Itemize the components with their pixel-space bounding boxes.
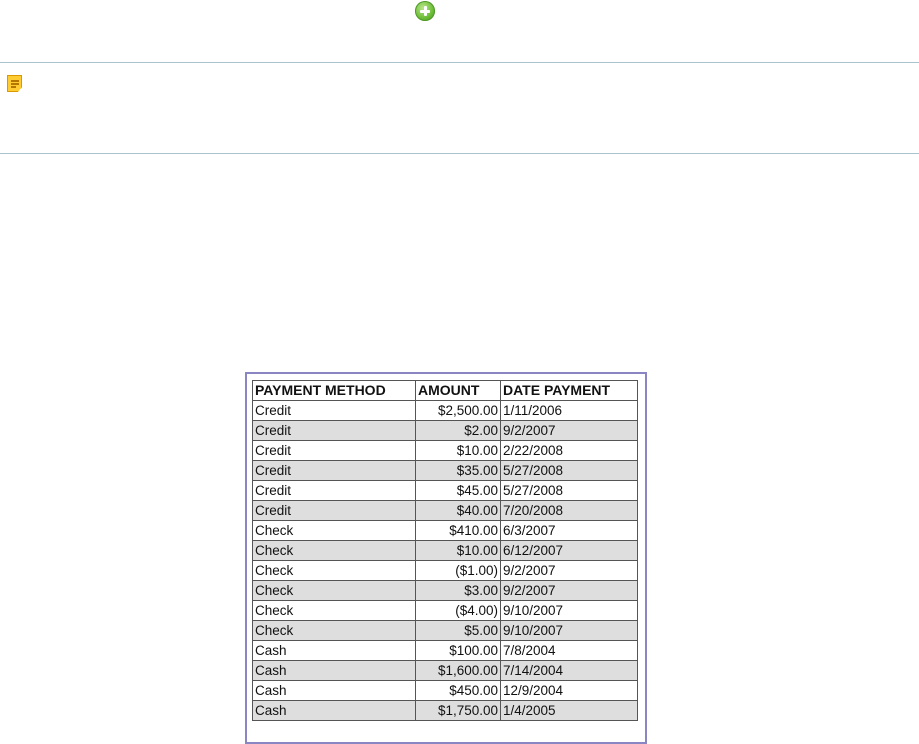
payment-method-cell: Credit <box>252 400 416 421</box>
note-icon[interactable] <box>7 75 22 92</box>
table-row: Check $10.00 6/12/2007 <box>252 540 638 561</box>
amount-cell: $1,600.00 <box>415 660 501 681</box>
payment-method-cell: Credit <box>252 460 416 481</box>
payment-method-cell: Cash <box>252 700 416 721</box>
date-payment-cell: 6/3/2007 <box>500 520 638 541</box>
date-payment-cell: 9/2/2007 <box>500 560 638 581</box>
payment-method-cell: Credit <box>252 500 416 521</box>
date-payment-cell: 9/10/2007 <box>500 620 638 641</box>
divider <box>0 62 919 63</box>
payment-method-cell: Check <box>252 620 416 641</box>
date-payment-cell: 2/22/2008 <box>500 440 638 461</box>
table-header-row: PAYMENT METHOD AMOUNT DATE PAYMENT <box>252 380 638 401</box>
amount-cell: $3.00 <box>415 580 501 601</box>
column-header-date-payment: DATE PAYMENT <box>500 380 638 401</box>
amount-cell: $10.00 <box>415 540 501 561</box>
payment-method-cell: Credit <box>252 420 416 441</box>
payment-method-cell: Check <box>252 540 416 561</box>
amount-cell: $1,750.00 <box>415 700 501 721</box>
table-row: Check ($4.00) 9/10/2007 <box>252 600 638 621</box>
amount-cell: $100.00 <box>415 640 501 661</box>
amount-cell: $2.00 <box>415 420 501 441</box>
payment-method-cell: Check <box>252 580 416 601</box>
payment-method-cell: Cash <box>252 660 416 681</box>
amount-cell: $45.00 <box>415 480 501 501</box>
table-row: Cash $1,600.00 7/14/2004 <box>252 660 638 681</box>
table-row: Check ($1.00) 9/2/2007 <box>252 560 638 581</box>
amount-cell: $5.00 <box>415 620 501 641</box>
column-header-amount: AMOUNT <box>415 380 501 401</box>
table-row: Credit $45.00 5/27/2008 <box>252 480 638 501</box>
date-payment-cell: 7/14/2004 <box>500 660 638 681</box>
date-payment-cell: 9/10/2007 <box>500 600 638 621</box>
amount-cell: $35.00 <box>415 460 501 481</box>
table-row: Credit $2,500.00 1/11/2006 <box>252 400 638 421</box>
amount-cell: ($1.00) <box>415 560 501 581</box>
table-row: Cash $450.00 12/9/2004 <box>252 680 638 701</box>
date-payment-cell: 7/20/2008 <box>500 500 638 521</box>
payment-method-cell: Cash <box>252 640 416 661</box>
table-row: Credit $10.00 2/22/2008 <box>252 440 638 461</box>
table-row: Check $410.00 6/3/2007 <box>252 520 638 541</box>
amount-cell: ($4.00) <box>415 600 501 621</box>
date-payment-cell: 9/2/2007 <box>500 580 638 601</box>
divider <box>0 153 919 154</box>
payments-table-frame: PAYMENT METHOD AMOUNT DATE PAYMENT Credi… <box>245 372 647 744</box>
date-payment-cell: 9/2/2007 <box>500 420 638 441</box>
payment-method-cell: Credit <box>252 480 416 501</box>
table-row: Credit $2.00 9/2/2007 <box>252 420 638 441</box>
table-row: Credit $35.00 5/27/2008 <box>252 460 638 481</box>
table-row: Check $5.00 9/10/2007 <box>252 620 638 641</box>
table-row: Check $3.00 9/2/2007 <box>252 580 638 601</box>
column-header-payment-method: PAYMENT METHOD <box>252 380 416 401</box>
add-circle-icon[interactable] <box>415 1 435 21</box>
table-row: Cash $1,750.00 1/4/2005 <box>252 700 638 721</box>
date-payment-cell: 5/27/2008 <box>500 460 638 481</box>
amount-cell: $2,500.00 <box>415 400 501 421</box>
date-payment-cell: 1/4/2005 <box>500 700 638 721</box>
payment-method-cell: Check <box>252 520 416 541</box>
payment-method-cell: Check <box>252 560 416 581</box>
payment-method-cell: Check <box>252 600 416 621</box>
amount-cell: $10.00 <box>415 440 501 461</box>
date-payment-cell: 1/11/2006 <box>500 400 638 421</box>
amount-cell: $410.00 <box>415 520 501 541</box>
table-row: Cash $100.00 7/8/2004 <box>252 640 638 661</box>
date-payment-cell: 12/9/2004 <box>500 680 638 701</box>
payment-method-cell: Cash <box>252 680 416 701</box>
amount-cell: $450.00 <box>415 680 501 701</box>
payment-method-cell: Credit <box>252 440 416 461</box>
amount-cell: $40.00 <box>415 500 501 521</box>
table-row: Credit $40.00 7/20/2008 <box>252 500 638 521</box>
date-payment-cell: 6/12/2007 <box>500 540 638 561</box>
payments-table: PAYMENT METHOD AMOUNT DATE PAYMENT Credi… <box>252 380 638 721</box>
date-payment-cell: 5/27/2008 <box>500 480 638 501</box>
date-payment-cell: 7/8/2004 <box>500 640 638 661</box>
